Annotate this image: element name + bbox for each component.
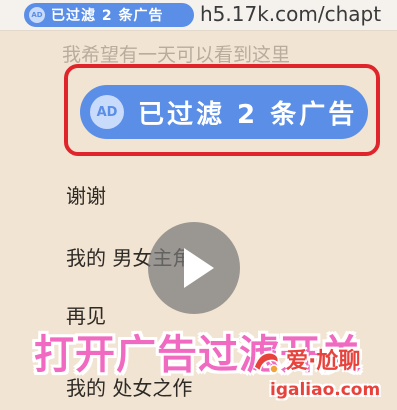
watermark-title: 爱·尬聊 [286,349,361,374]
ad-filter-badge-large[interactable]: AD 已过滤 2 条广告 [80,85,368,139]
browser-url-bar[interactable]: AD 已过滤 2 条广告 h5.17k.com/chapt [0,0,397,31]
play-icon [184,248,214,288]
play-button[interactable] [148,222,240,314]
ad-filter-badge-small-label: 已过滤 2 条广告 [51,8,164,24]
chapter-item[interactable]: 谢谢 [66,180,106,209]
ad-block-icon: AD [90,95,124,129]
watermark-logo-icon [253,352,280,374]
ad-block-icon: AD [29,7,45,23]
watermark-url: igaliao.com [270,380,381,400]
ad-filter-badge-large-label: 已过滤 2 条广告 [138,99,358,130]
ad-filter-badge-small[interactable]: AD 已过滤 2 条广告 [24,3,194,27]
faded-text: 我希望有一天可以看到这里 [62,44,291,66]
url-text[interactable]: h5.17k.com/chapt [200,2,381,26]
